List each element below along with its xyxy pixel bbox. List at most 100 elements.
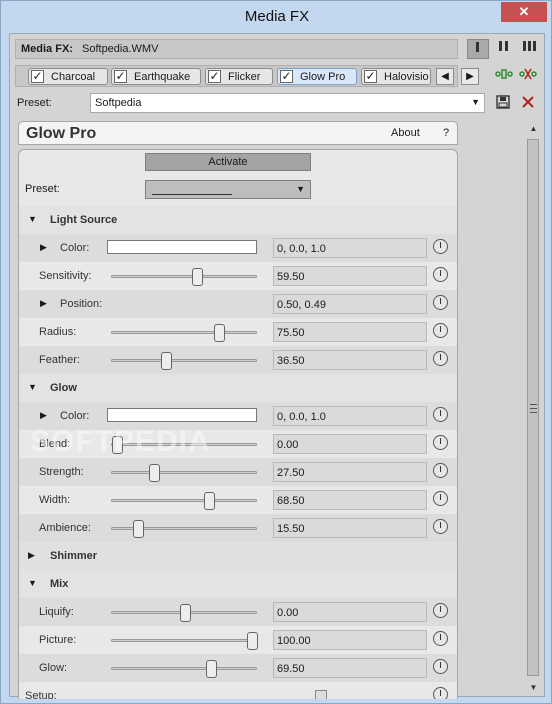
- expand-arrow-icon: ▼: [28, 382, 37, 392]
- expand-arrow-icon[interactable]: ▶: [40, 410, 47, 421]
- keyframe-clock-icon[interactable]: [433, 407, 448, 422]
- insert-plugin-icon[interactable]: [495, 67, 513, 85]
- slider-track[interactable]: [111, 604, 257, 622]
- slider-thumb[interactable]: [214, 324, 225, 342]
- about-link[interactable]: About: [391, 127, 420, 139]
- expand-arrow-icon: ▼: [28, 578, 37, 588]
- scrollbar-thumb[interactable]: [527, 139, 539, 676]
- param-value-box[interactable]: 75.50: [273, 322, 427, 342]
- media-fx-bar: Media FX: Softpedia.WMV: [15, 39, 458, 59]
- help-button[interactable]: ?: [443, 127, 449, 139]
- chain-tab-charcoal[interactable]: ✓ Charcoal: [28, 68, 108, 85]
- param-value-box[interactable]: 0.00: [273, 602, 427, 622]
- slider-track[interactable]: [111, 324, 257, 342]
- vertical-scrollbar[interactable]: ▲ ▼: [526, 121, 541, 695]
- chevron-down-icon: ▼: [296, 184, 305, 194]
- scroll-up-icon[interactable]: ▲: [526, 121, 541, 136]
- keyframe-clock-icon[interactable]: [433, 351, 448, 366]
- close-button[interactable]: ✕: [501, 2, 547, 22]
- slider-thumb[interactable]: [149, 464, 160, 482]
- keyframe-clock-icon[interactable]: [433, 519, 448, 534]
- keyframe-clock-icon[interactable]: [433, 323, 448, 338]
- param-value-box[interactable]: 15.50: [273, 518, 427, 538]
- scroll-down-icon[interactable]: ▼: [526, 680, 541, 695]
- keyframe-clock-icon[interactable]: [433, 491, 448, 506]
- halovision-checkbox[interactable]: ✓: [364, 70, 377, 83]
- param-label: Position:: [60, 298, 103, 310]
- flicker-checkbox[interactable]: ✓: [208, 70, 221, 83]
- expand-arrow-icon: ▼: [28, 214, 37, 224]
- chain-tab-earthquake[interactable]: ✓ Earthquake: [111, 68, 201, 85]
- slider-track[interactable]: [111, 660, 257, 678]
- expand-arrow-icon[interactable]: ▶: [40, 298, 47, 309]
- chain-tab-flicker[interactable]: ✓ Flicker: [205, 68, 273, 85]
- chain-tab-label: Charcoal: [51, 71, 96, 83]
- param-value-box[interactable]: 36.50: [273, 350, 427, 370]
- param-value: 69.50: [277, 663, 305, 675]
- section-shimmer[interactable]: ▶ Shimmer: [19, 542, 457, 570]
- section-light-source[interactable]: ▼ Light Source: [19, 206, 457, 234]
- slider-thumb[interactable]: [247, 632, 258, 650]
- slider-thumb[interactable]: [180, 604, 191, 622]
- view-two-column-button[interactable]: [493, 39, 515, 59]
- param-label: Liquify:: [39, 606, 74, 618]
- slider-track[interactable]: [111, 268, 257, 286]
- plugin-preset-label: Preset:: [25, 183, 60, 195]
- activate-button[interactable]: Activate: [145, 153, 311, 171]
- chain-next-button[interactable]: ▶: [461, 68, 479, 85]
- plugin-header: Glow Pro About ?: [18, 121, 458, 145]
- view-three-column-button[interactable]: [519, 39, 541, 59]
- remove-plugin-icon[interactable]: [519, 67, 537, 85]
- color-swatch[interactable]: [107, 408, 257, 422]
- keyframe-clock-icon[interactable]: [433, 631, 448, 646]
- expand-arrow-icon[interactable]: ▶: [40, 242, 47, 253]
- chain-tab-glow-pro[interactable]: ✓ Glow Pro: [277, 68, 357, 85]
- keyframe-clock-icon[interactable]: [433, 687, 448, 699]
- plugin-preset-dropdown[interactable]: ▼: [145, 180, 311, 199]
- keyframe-clock-icon[interactable]: [433, 603, 448, 618]
- earthquake-checkbox[interactable]: ✓: [114, 70, 127, 83]
- slider-thumb[interactable]: [133, 520, 144, 538]
- param-label: Color:: [60, 242, 90, 254]
- section-glow[interactable]: ▼ Glow: [19, 374, 457, 402]
- slider-track[interactable]: [111, 464, 257, 482]
- charcoal-checkbox[interactable]: ✓: [31, 70, 44, 83]
- chain-prev-button[interactable]: ◀: [436, 68, 454, 85]
- keyframe-clock-icon[interactable]: [433, 659, 448, 674]
- slider-track[interactable]: [111, 632, 258, 650]
- delete-preset-button[interactable]: [519, 95, 537, 113]
- param-value-box[interactable]: 69.50: [273, 658, 427, 678]
- setup-checkbox[interactable]: [315, 690, 327, 699]
- keyframe-clock-icon[interactable]: [433, 435, 448, 450]
- param-value-box[interactable]: 0, 0.0, 1.0: [273, 238, 427, 258]
- section-title: Glow: [50, 382, 77, 394]
- chain-tab-halovision[interactable]: ✓ Halovisio: [361, 68, 431, 85]
- param-value-box[interactable]: 100.00: [273, 630, 427, 650]
- slider-track[interactable]: [111, 352, 257, 370]
- window-title: Media FX: [244, 8, 310, 25]
- keyframe-clock-icon[interactable]: [433, 295, 448, 310]
- preset-dropdown[interactable]: Softpedia ▼: [90, 93, 485, 113]
- slider-thumb[interactable]: [204, 492, 215, 510]
- slider-thumb[interactable]: [192, 268, 203, 286]
- slider-track[interactable]: [111, 520, 257, 538]
- color-swatch[interactable]: [107, 240, 257, 254]
- slider-thumb[interactable]: [206, 660, 217, 678]
- slider-thumb[interactable]: [161, 352, 172, 370]
- param-value-box[interactable]: 27.50: [273, 462, 427, 482]
- preset-label: Preset:: [17, 97, 52, 109]
- keyframe-clock-icon[interactable]: [433, 267, 448, 282]
- slider-track[interactable]: [111, 492, 257, 510]
- save-preset-button[interactable]: [494, 95, 512, 113]
- glow-pro-checkbox[interactable]: ✓: [280, 70, 293, 83]
- param-value-box[interactable]: 59.50: [273, 266, 427, 286]
- delete-icon: [522, 96, 534, 108]
- param-value-box[interactable]: 68.50: [273, 490, 427, 510]
- view-single-column-button[interactable]: [467, 39, 489, 59]
- param-value-box[interactable]: 0, 0.0, 1.0: [273, 406, 427, 426]
- section-mix[interactable]: ▼ Mix: [19, 570, 457, 598]
- param-value-box[interactable]: 0.50, 0.49: [273, 294, 427, 314]
- keyframe-clock-icon[interactable]: [433, 239, 448, 254]
- param-value-box[interactable]: 0.00: [273, 434, 427, 454]
- keyframe-clock-icon[interactable]: [433, 463, 448, 478]
